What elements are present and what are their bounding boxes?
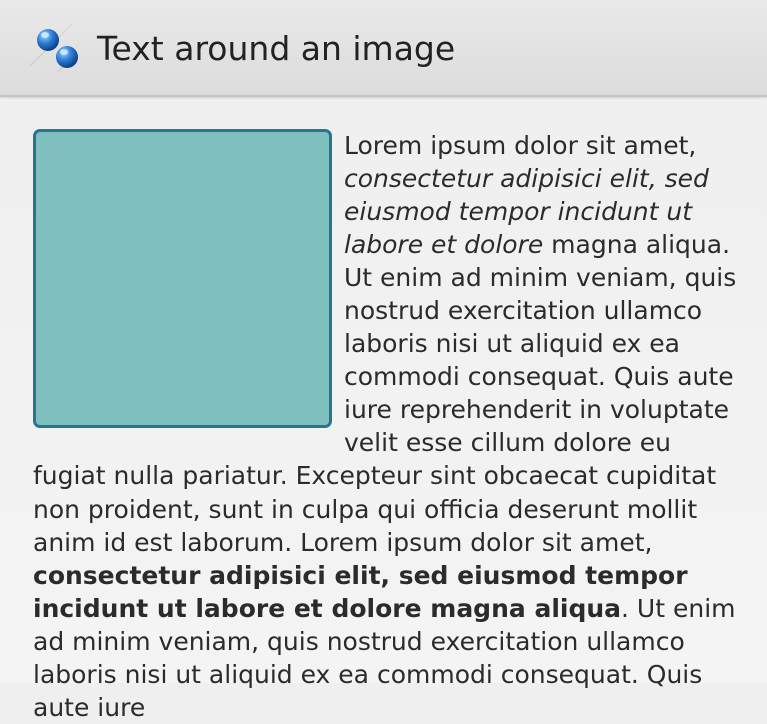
text-plain-1: Lorem ipsum dolor sit amet, [344, 131, 697, 160]
floated-image [33, 129, 332, 428]
text-bold: consectetur adipisici elit, sed eiusmod … [33, 560, 688, 623]
content-area: Lorem ipsum dolor sit amet, consectetur … [33, 129, 745, 724]
page-title: Text around an image [97, 29, 456, 68]
pushpin-icon [29, 23, 78, 73]
action-bar: Text around an image [0, 0, 767, 97]
